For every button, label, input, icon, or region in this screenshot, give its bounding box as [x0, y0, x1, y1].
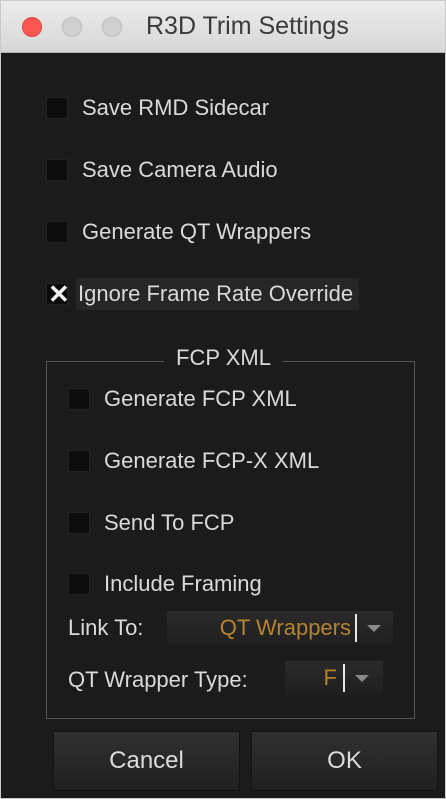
chevron-down-icon [367, 625, 381, 632]
ok-button[interactable]: OK [251, 731, 438, 791]
send-to-fcp-checkbox[interactable] [68, 512, 90, 534]
option-ignore-frame-rate-override[interactable]: ✕ Ignore Frame Rate Override [46, 278, 360, 310]
save-rmd-sidecar-checkbox[interactable] [46, 97, 68, 119]
link-to-label: Link To: [68, 615, 144, 640]
save-camera-audio-label: Save Camera Audio [82, 157, 278, 182]
window-title: R3D Trim Settings [146, 12, 349, 40]
option-include-framing[interactable]: Include Framing [68, 568, 262, 600]
cancel-button[interactable]: Cancel [53, 731, 240, 791]
generate-fcp-xml-checkbox[interactable] [68, 388, 90, 410]
include-framing-checkbox[interactable] [68, 573, 90, 595]
ignore-frame-rate-override-label: Ignore Frame Rate Override [76, 278, 360, 310]
chevron-down-icon [355, 675, 369, 682]
link-to-value: QT Wrappers [219, 615, 351, 640]
minimize-window-button[interactable] [62, 17, 82, 37]
generate-fcpx-xml-checkbox[interactable] [68, 450, 90, 472]
option-send-to-fcp[interactable]: Send To FCP [68, 507, 234, 539]
include-framing-label: Include Framing [104, 571, 262, 596]
send-to-fcp-label: Send To FCP [104, 510, 235, 535]
option-generate-qt-wrappers[interactable]: Generate QT Wrappers [46, 216, 311, 248]
qt-wrapper-type-label: QT Wrapper Type: [68, 667, 248, 692]
generate-qt-wrappers-label: Generate QT Wrappers [82, 219, 312, 244]
option-generate-fcp-xml[interactable]: Generate FCP XML [68, 383, 297, 415]
generate-fcp-xml-label: Generate FCP XML [104, 386, 297, 411]
save-camera-audio-checkbox[interactable] [46, 159, 68, 181]
save-rmd-sidecar-label: Save RMD Sidecar [82, 95, 270, 120]
zoom-window-button[interactable] [102, 17, 122, 37]
dropdown-separator [343, 664, 345, 692]
ignore-frame-rate-override-checkbox[interactable]: ✕ [46, 279, 70, 309]
generate-fcpx-xml-label: Generate FCP-X XML [104, 448, 320, 473]
qt-wrapper-type-value: F [323, 665, 337, 690]
r3d-trim-settings-window: R3D Trim Settings Save RMD Sidecar Save … [0, 0, 446, 799]
option-generate-fcpx-xml[interactable]: Generate FCP-X XML [68, 445, 319, 477]
qt-wrapper-type-dropdown[interactable]: F [285, 661, 383, 695]
option-save-camera-audio[interactable]: Save Camera Audio [46, 154, 278, 186]
checkmark-x-icon: ✕ [48, 279, 70, 309]
title-bar[interactable]: R3D Trim Settings [1, 1, 445, 53]
link-to-dropdown[interactable]: QT Wrappers [167, 611, 393, 645]
fcp-xml-group-title: FCP XML [164, 342, 283, 374]
generate-qt-wrappers-checkbox[interactable] [46, 221, 68, 243]
close-window-button[interactable] [22, 17, 42, 37]
dropdown-separator [355, 614, 357, 642]
option-save-rmd-sidecar[interactable]: Save RMD Sidecar [46, 92, 269, 124]
